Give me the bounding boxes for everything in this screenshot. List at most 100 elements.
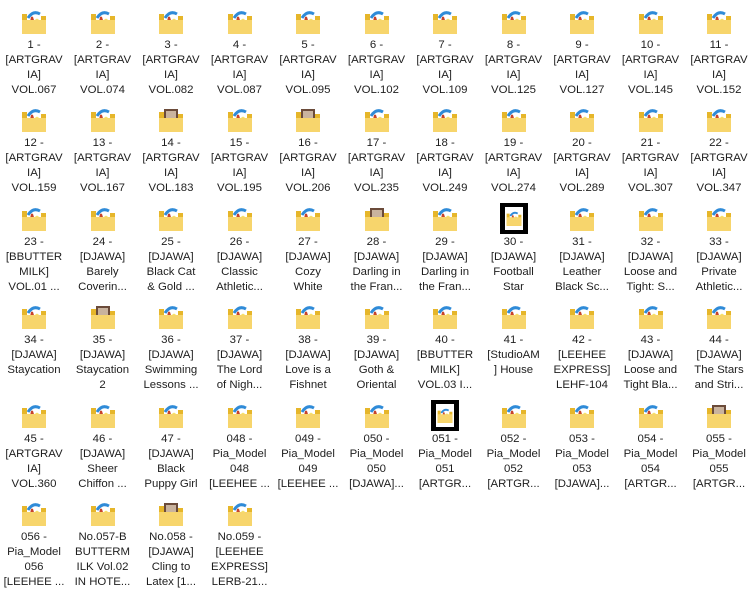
folder-item[interactable]: 055 - Pia_Model 055 [ARTGR...	[685, 394, 750, 490]
folder-item[interactable]: 26 - [DJAWA] Classic Athletic...	[206, 197, 274, 293]
folder-label: 30 - [DJAWA] Football Star	[490, 236, 537, 293]
folder-item[interactable]: 15 - [ARTGRAV IA] VOL.195	[206, 98, 274, 194]
folder-label: No.058 - [DJAWA] Cling to Latex [1...	[145, 531, 197, 588]
folder-label: 32 - [DJAWA] Loose and Tight: S...	[623, 236, 678, 293]
folder-item[interactable]: 23 - [BBUTTER MILK] VOL.01 ...	[0, 197, 68, 293]
folder-icon	[295, 8, 321, 36]
folder-label: 2 - [ARTGRAV IA] VOL.074	[73, 39, 132, 96]
folder-item[interactable]: 056 - Pia_Model 056 [LEEHEE ...	[0, 492, 68, 588]
folder-label: 35 - [DJAWA] Staycation 2	[75, 334, 130, 391]
folder-label: 14 - [ARTGRAV IA] VOL.183	[142, 137, 200, 194]
folder-item[interactable]: 42 - [LEEHEE EXPRESS] LEHF-104	[548, 295, 616, 391]
folder-item[interactable]: 049 - Pia_Model 049 [LEEHEE ...	[274, 394, 342, 490]
folder-icon	[90, 205, 116, 233]
folder-item[interactable]: 25 - [DJAWA] Black Cat & Gold ...	[137, 197, 205, 293]
folder-icon	[21, 8, 47, 36]
folder-label: 25 - [DJAWA] Black Cat & Gold ...	[146, 236, 196, 293]
folder-icon	[21, 500, 47, 528]
folder-icon	[90, 500, 116, 528]
folder-item[interactable]: 5 - [ARTGRAV IA] VOL.095	[274, 0, 342, 96]
folder-item[interactable]: No.059 - [LEEHEE EXPRESS] LERB-21...	[206, 492, 274, 588]
folder-item[interactable]: 050 - Pia_Model 050 [DJAWA]...	[343, 394, 411, 490]
folder-item[interactable]: 054 - Pia_Model 054 [ARTGR...	[617, 394, 685, 490]
folder-icon	[158, 402, 184, 430]
folder-icon	[21, 402, 47, 430]
folder-icon	[638, 205, 664, 233]
folder-item[interactable]: 048 - Pia_Model 048 [LEEHEE ...	[206, 394, 274, 490]
folder-item[interactable]: 47 - [DJAWA] Black Puppy Girl	[137, 394, 205, 490]
folder-item[interactable]: No.057-B BUTTERM ILK Vol.02 IN HOTE...	[69, 492, 137, 588]
folder-item[interactable]: 45 - [ARTGRAV IA] VOL.360	[0, 394, 68, 490]
folder-item[interactable]: 053 - Pia_Model 053 [DJAWA]...	[548, 394, 616, 490]
folder-item[interactable]: 29 - [DJAWA] Darling in the Fran...	[411, 197, 479, 293]
folder-item[interactable]: 19 - [ARTGRAV IA] VOL.274	[480, 98, 548, 194]
folder-item[interactable]: 43 - [DJAWA] Loose and Tight Bla...	[617, 295, 685, 391]
folder-icon	[432, 8, 458, 36]
folder-label: 37 - [DJAWA] The Lord of Nigh...	[216, 334, 263, 391]
folder-item[interactable]: 052 - Pia_Model 052 [ARTGR...	[480, 394, 548, 490]
folder-item[interactable]: 30 - [DJAWA] Football Star	[480, 197, 548, 293]
folder-item[interactable]: 11 - [ARTGRAV IA] VOL.152	[685, 0, 750, 96]
folder-label: 16 - [ARTGRAV IA] VOL.206	[279, 137, 337, 194]
folder-item[interactable]: 13 - [ARTGRAV IA] VOL.167	[69, 98, 137, 194]
folder-item[interactable]: 32 - [DJAWA] Loose and Tight: S...	[617, 197, 685, 293]
folder-item[interactable]: 33 - [DJAWA] Private Athletic...	[685, 197, 750, 293]
folder-item[interactable]: 22 - [ARTGRAV IA] VOL.347	[685, 98, 750, 194]
folder-item[interactable]: 39 - [DJAWA] Goth & Oriental	[343, 295, 411, 391]
folder-item[interactable]: 28 - [DJAWA] Darling in the Fran...	[343, 197, 411, 293]
folder-item[interactable]: 24 - [DJAWA] Barely Coverin...	[69, 197, 137, 293]
folder-label: 7 - [ARTGRAV IA] VOL.109	[416, 39, 474, 96]
folder-item[interactable]: 34 - [DJAWA] Staycation	[0, 295, 68, 391]
folder-icon	[638, 303, 664, 331]
folder-icon	[158, 205, 184, 233]
folder-item[interactable]: 6 - [ARTGRAV IA] VOL.102	[343, 0, 411, 96]
folder-icon	[158, 8, 184, 36]
folder-item[interactable]: 16 - [ARTGRAV IA] VOL.206	[274, 98, 342, 194]
folder-label: 050 - Pia_Model 050 [DJAWA]...	[349, 433, 404, 490]
folder-item[interactable]: 20 - [ARTGRAV IA] VOL.289	[548, 98, 616, 194]
folder-item[interactable]: 41 - [StudioAM ] House	[480, 295, 548, 391]
folder-label: 10 - [ARTGRAV IA] VOL.145	[621, 39, 680, 96]
folder-label: 47 - [DJAWA] Black Puppy Girl	[144, 433, 198, 490]
folder-item[interactable]: 4 - [ARTGRAV IA] VOL.087	[206, 0, 274, 96]
folder-item[interactable]: 35 - [DJAWA] Staycation 2	[69, 295, 137, 391]
folder-icon	[295, 205, 321, 233]
folder-item[interactable]: 12 - [ARTGRAV IA] VOL.159	[0, 98, 68, 194]
folder-label: 44 - [DJAWA] The Stars and Stri...	[694, 334, 744, 391]
folder-item[interactable]: 37 - [DJAWA] The Lord of Nigh...	[206, 295, 274, 391]
folder-item[interactable]: 7 - [ARTGRAV IA] VOL.109	[411, 0, 479, 96]
folder-item[interactable]: 36 - [DJAWA] Swimming Lessons ...	[137, 295, 205, 391]
folder-item[interactable]: 17 - [ARTGRAV IA] VOL.235	[343, 98, 411, 194]
folder-item[interactable]: No.058 - [DJAWA] Cling to Latex [1...	[137, 492, 205, 588]
folder-item[interactable]: 8 - [ARTGRAV IA] VOL.125	[480, 0, 548, 96]
folder-icon	[569, 8, 595, 36]
folder-label: 6 - [ARTGRAV IA] VOL.102	[347, 39, 406, 96]
folder-item[interactable]: 27 - [DJAWA] Cozy White	[274, 197, 342, 293]
folder-item[interactable]: 3 - [ARTGRAV IA] VOL.082	[137, 0, 205, 96]
folder-item[interactable]: 051 - Pia_Model 051 [ARTGR...	[411, 394, 479, 490]
folder-item[interactable]: 2 - [ARTGRAV IA] VOL.074	[69, 0, 137, 96]
folder-item[interactable]: 9 - [ARTGRAV IA] VOL.127	[548, 0, 616, 96]
folder-item[interactable]: 10 - [ARTGRAV IA] VOL.145	[617, 0, 685, 96]
folder-label: 5 - [ARTGRAV IA] VOL.095	[279, 39, 337, 96]
folder-item[interactable]: 14 - [ARTGRAV IA] VOL.183	[137, 98, 205, 194]
folder-icon	[432, 303, 458, 331]
folder-label: 053 - Pia_Model 053 [DJAWA]...	[554, 433, 610, 490]
folder-item[interactable]: 18 - [ARTGRAV IA] VOL.249	[411, 98, 479, 194]
folder-icon	[501, 106, 527, 134]
folder-item[interactable]: 31 - [DJAWA] Leather Black Sc...	[548, 197, 616, 293]
folder-item[interactable]: 38 - [DJAWA] Love is a Fishnet	[274, 295, 342, 391]
folder-label: 048 - Pia_Model 048 [LEEHEE ...	[209, 433, 270, 490]
folder-label: 42 - [LEEHEE EXPRESS] LEHF-104	[553, 334, 611, 391]
folder-item[interactable]: 21 - [ARTGRAV IA] VOL.307	[617, 98, 685, 194]
folder-label: 17 - [ARTGRAV IA] VOL.235	[347, 137, 406, 194]
folder-icon	[158, 303, 184, 331]
folder-icon	[227, 303, 253, 331]
folder-item[interactable]: 1 - [ARTGRAV IA] VOL.067	[0, 0, 68, 96]
folder-item[interactable]: 44 - [DJAWA] The Stars and Stri...	[685, 295, 750, 391]
folder-label: 051 - Pia_Model 051 [ARTGR...	[418, 433, 472, 490]
folder-item[interactable]: 40 - [BBUTTER MILK] VOL.03 I...	[411, 295, 479, 391]
folder-label: 22 - [ARTGRAV IA] VOL.347	[690, 137, 748, 194]
folder-icon	[569, 106, 595, 134]
folder-item[interactable]: 46 - [DJAWA] Sheer Chiffon ...	[69, 394, 137, 490]
